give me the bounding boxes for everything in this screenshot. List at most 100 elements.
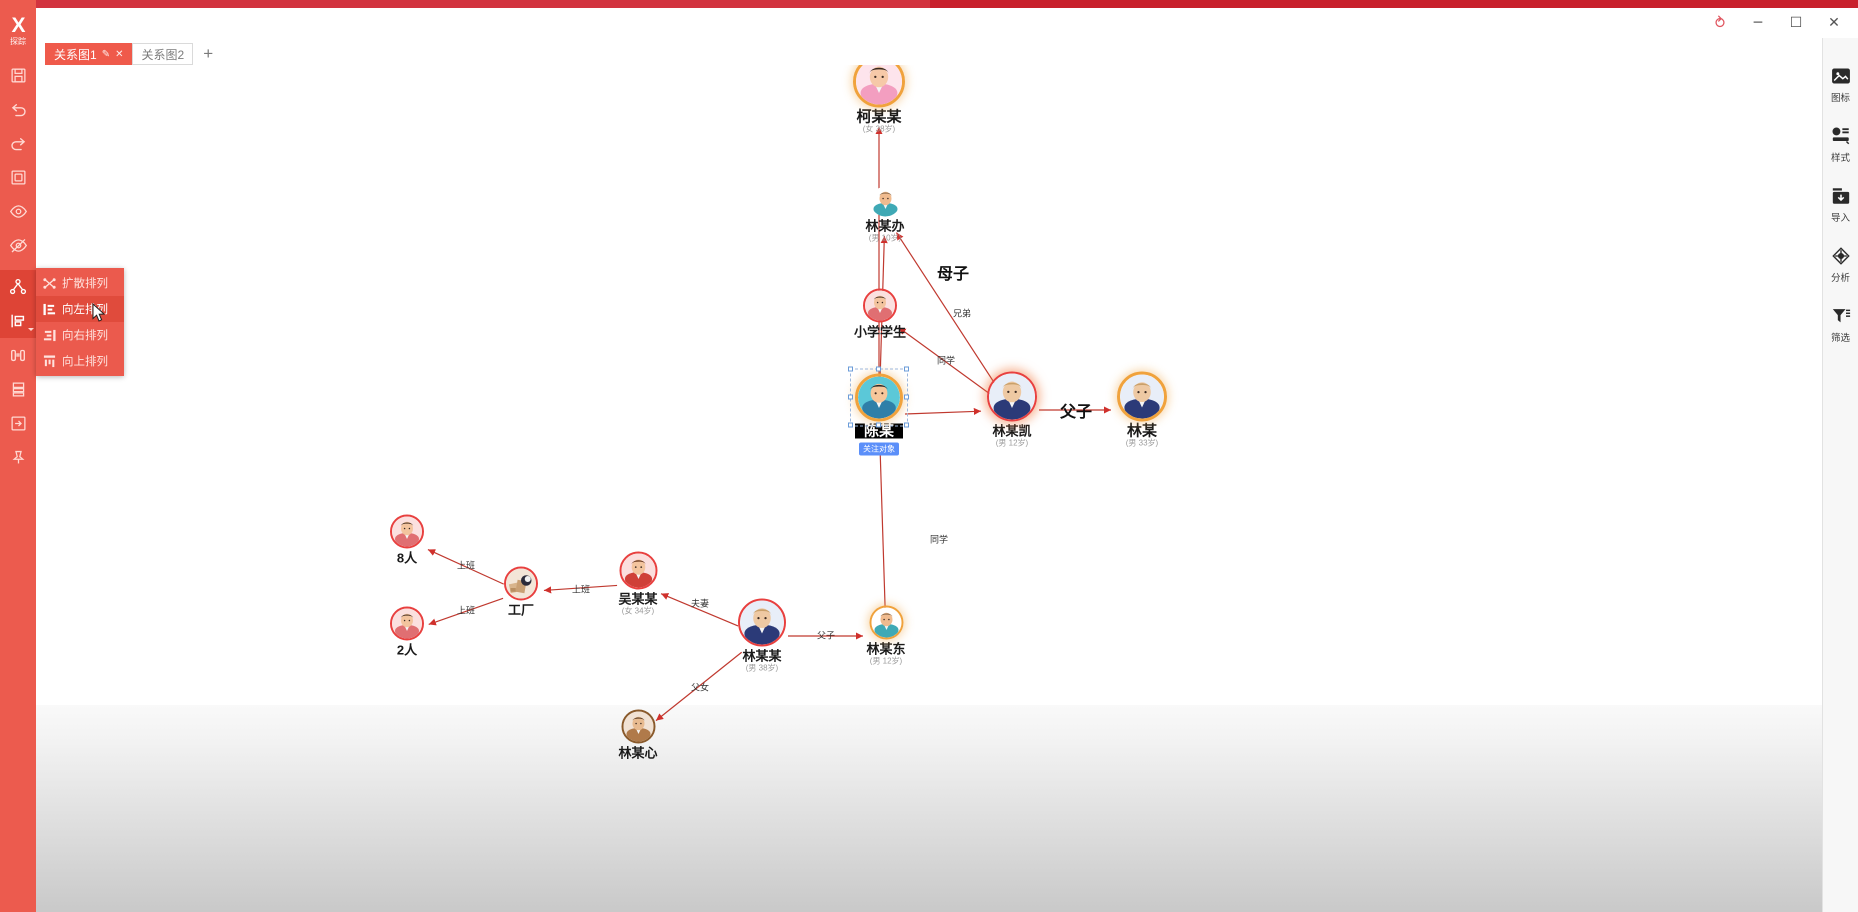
style-panel-label: 样式 [1830, 153, 1850, 164]
minimize-icon[interactable]: ─ [1740, 10, 1776, 36]
left-toolbar: X 探踪 [0, 0, 36, 912]
hide-tool-button[interactable] [0, 228, 36, 262]
node-avatar [862, 288, 897, 323]
graph-node[interactable]: 林某凯 (男 12岁) [987, 371, 1037, 449]
graph-node[interactable]: 林某办 (男 10岁) [865, 186, 905, 244]
node-badge: 关注对象 [859, 442, 899, 456]
flyout-item-align-right[interactable]: 向右排列 [36, 322, 124, 348]
style-icon [1831, 126, 1851, 151]
edge-label: 父女 [690, 682, 710, 693]
export-icon [10, 415, 27, 432]
graph-node[interactable]: 吴某某 (女 34岁) [618, 551, 658, 617]
edge-label: 同学 [936, 355, 956, 366]
tab-label-2: 关系图2 [141, 47, 185, 62]
flyout-item-spread[interactable]: 扩散排列 [36, 270, 124, 296]
import-panel-label: 导入 [1830, 213, 1850, 224]
resize-handle[interactable] [904, 366, 909, 372]
style-panel-button[interactable]: 样式 [1823, 126, 1858, 164]
graph-edge[interactable] [904, 407, 982, 416]
maximize-icon[interactable]: ☐ [1778, 10, 1814, 36]
node-avatar [620, 709, 655, 744]
graph-node[interactable]: 林某心 [618, 709, 658, 761]
resize-handle[interactable] [848, 394, 853, 400]
node-avatar [390, 514, 424, 549]
node-avatar [987, 371, 1037, 422]
edge-label: 父子 [1059, 404, 1093, 421]
import-panel-button[interactable]: 导入 [1823, 186, 1858, 224]
tab-close-icon[interactable]: ✕ [115, 49, 123, 60]
graph-node[interactable]: 林某 (男 33岁) [1117, 371, 1167, 449]
analysis-panel-button[interactable]: 分析 [1823, 246, 1858, 284]
app-window: ⥁ ─ ☐ ✕ X 探踪 扩散排列 向左排列 向右排列 向上排列 关系图1 ✎ … [0, 0, 1858, 912]
node-label: 林某 [1126, 422, 1157, 440]
graph-canvas[interactable]: 柯某某 (女 38岁) 林某办 (男 10岁) 小学学生 陈某 关注对象 林某凯… [36, 65, 1822, 912]
filter-panel-button[interactable]: 筛选 [1823, 306, 1858, 344]
export-tool-button[interactable] [0, 406, 36, 440]
redo-icon [9, 134, 28, 153]
graph-node[interactable]: 工厂 [504, 566, 538, 618]
add-tab-button[interactable]: + [193, 43, 223, 65]
node-label: 工厂 [507, 602, 534, 618]
edge-label: 夫妻 [690, 598, 710, 609]
edge-label: 上班 [456, 560, 476, 571]
node-avatar [868, 605, 903, 640]
visibility-tool-button[interactable] [0, 194, 36, 228]
close-icon[interactable]: ✕ [1816, 10, 1852, 36]
align-tool-button[interactable] [0, 304, 36, 338]
resize-handle[interactable] [848, 422, 853, 428]
graph-node[interactable]: 柯某某 (女 38岁) [853, 65, 905, 135]
node-label: 林某凯 [992, 423, 1032, 439]
node-label: 林某办 [865, 218, 905, 234]
flyout-label-spread: 扩散排列 [62, 278, 108, 290]
flyout-item-align-up[interactable]: 向上排列 [36, 348, 124, 374]
help-icon[interactable]: ⥁ [1702, 10, 1738, 36]
save-tool-button[interactable] [0, 58, 36, 92]
icon-panel-button[interactable]: 图标 [1823, 66, 1858, 104]
resize-handle[interactable] [904, 422, 909, 428]
align-left-layout-icon [42, 302, 56, 316]
node-label: 8人 [396, 550, 418, 566]
tab-relation-graph-1[interactable]: 关系图1 ✎ ✕ [45, 43, 133, 65]
node-avatar [738, 598, 786, 647]
node-avatar [390, 606, 424, 641]
graph-edge[interactable] [876, 444, 886, 618]
resize-handle[interactable] [904, 394, 909, 400]
node-label: 林某东 [866, 641, 906, 657]
pin-tool-button[interactable] [0, 440, 36, 474]
node-avatar [1117, 371, 1167, 422]
chart-tool-button[interactable] [0, 338, 36, 372]
resize-handle[interactable] [876, 422, 881, 428]
tab-edit-icon[interactable]: ✎ [102, 49, 110, 60]
node-sublabel: (女 34岁) [621, 606, 655, 616]
flyout-item-align-left[interactable]: 向左排列 [36, 296, 124, 322]
group-icon [10, 381, 27, 398]
tab-bar: 关系图1 ✎ ✕ 关系图2 + [36, 38, 1858, 65]
resize-handle[interactable] [876, 366, 881, 372]
graph-node[interactable]: 小学学生 [853, 288, 907, 340]
graph-node[interactable]: 林某东 (男 12岁) [866, 605, 906, 667]
graph-node[interactable]: 2人 [390, 606, 424, 658]
resize-handle[interactable] [848, 366, 853, 372]
node-sublabel: (男 12岁) [995, 438, 1029, 448]
node-avatar [504, 566, 538, 601]
frame-tool-button[interactable] [0, 160, 36, 194]
node-label: 林某心 [618, 745, 658, 761]
align-left-icon [9, 312, 27, 330]
edge-label: 父子 [816, 630, 836, 641]
node-label: 小学学生 [853, 324, 907, 340]
graph-node[interactable]: 8人 [390, 514, 424, 566]
layout-tool-button[interactable] [0, 270, 36, 304]
graph-edges [427, 126, 1111, 722]
tab-relation-graph-2[interactable]: 关系图2 [132, 43, 194, 65]
group-tool-button[interactable] [0, 372, 36, 406]
bar-chart-icon [9, 346, 27, 364]
graph-node[interactable]: 陈某 关注对象 [848, 366, 909, 457]
align-up-layout-icon [42, 354, 56, 368]
align-right-layout-icon [42, 328, 56, 342]
graph-node[interactable]: 林某某 (男 38岁) [738, 598, 786, 674]
redo-tool-button[interactable] [0, 126, 36, 160]
spread-layout-icon [42, 276, 56, 290]
undo-tool-button[interactable] [0, 92, 36, 126]
image-icon [1831, 66, 1851, 91]
node-label: 林某某 [742, 648, 782, 664]
